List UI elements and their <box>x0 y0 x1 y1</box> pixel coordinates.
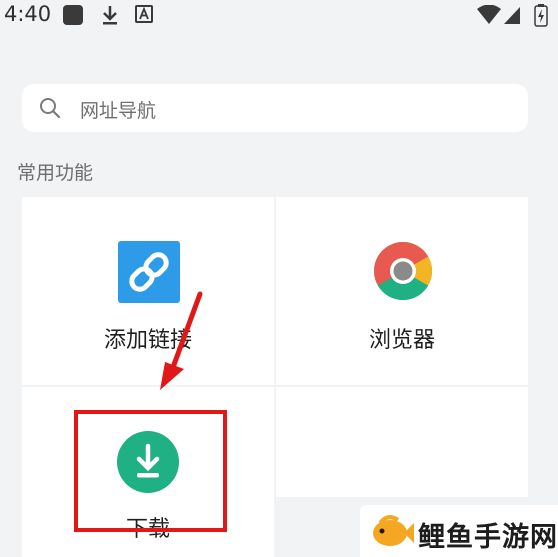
status-time: 4:40 <box>4 2 52 26</box>
chrome-icon <box>373 241 433 305</box>
browser-tile[interactable]: 浏览器 <box>276 197 528 385</box>
search-placeholder: 网址导航 <box>80 100 157 122</box>
annotation-highlight-box <box>74 410 227 532</box>
search-icon <box>39 97 61 123</box>
watermark: 鲤鱼手游网 <box>360 505 558 557</box>
section-title: 常用功能 <box>17 162 94 184</box>
square-notification-icon <box>62 4 84 30</box>
fish-logo-icon <box>370 511 414 555</box>
download-icon <box>100 4 120 30</box>
empty-tile <box>276 387 528 497</box>
status-bar: 4:40 <box>0 0 558 34</box>
watermark-text: 鲤鱼手游网 <box>418 522 558 553</box>
browser-label: 浏览器 <box>368 328 435 353</box>
wifi-icon <box>476 4 502 29</box>
signal-icon <box>503 5 521 29</box>
search-input[interactable]: 网址导航 <box>22 84 528 132</box>
add-link-label: 添加链接 <box>103 328 192 353</box>
battery-icon <box>534 3 548 31</box>
annotation-arrow <box>150 290 210 404</box>
a-box-icon <box>135 4 153 28</box>
add-link-tile[interactable]: 添加链接 <box>22 197 274 385</box>
